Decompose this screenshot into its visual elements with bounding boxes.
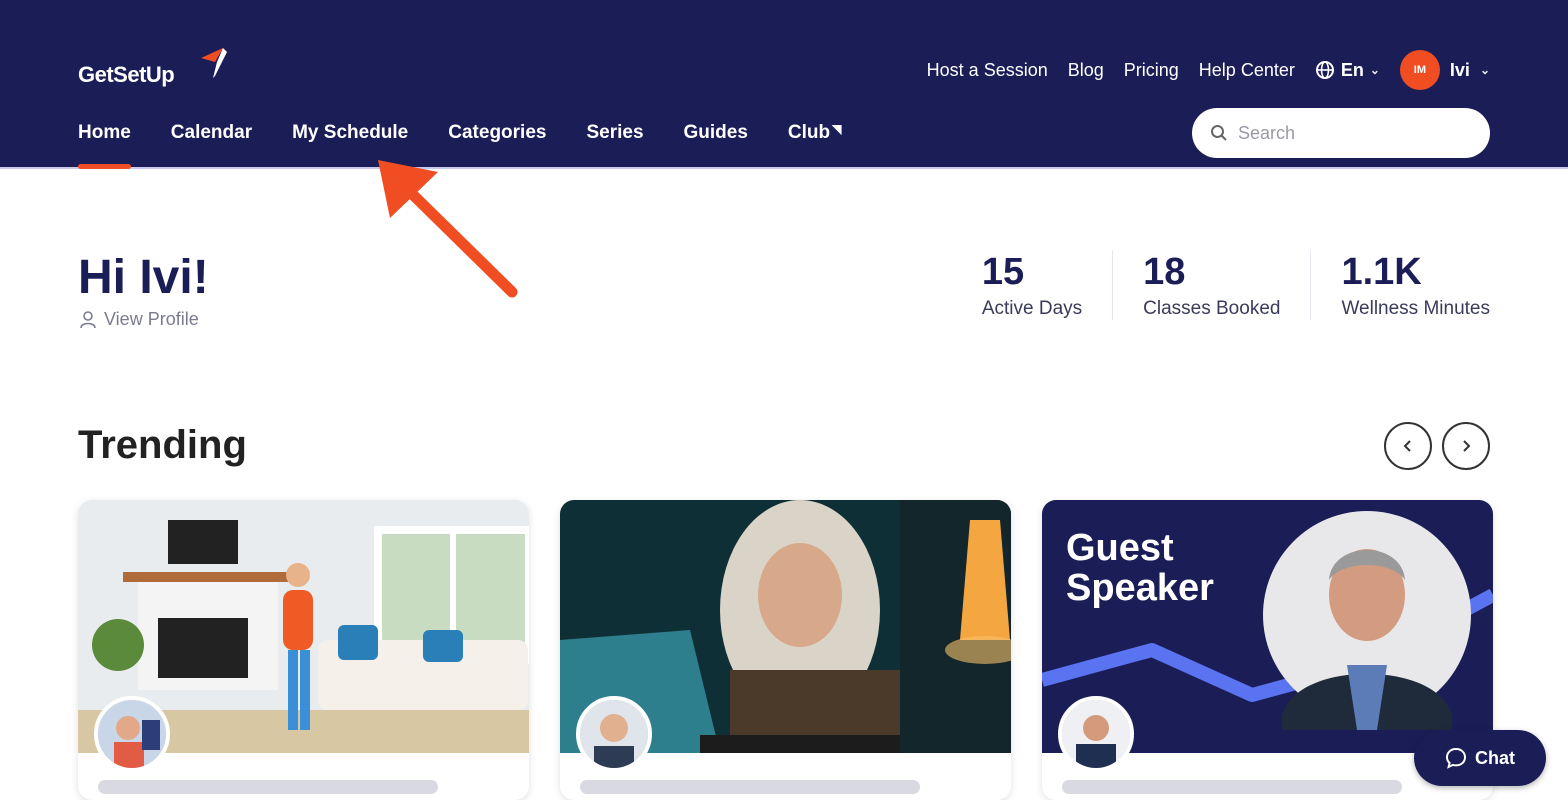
- blog-link[interactable]: Blog: [1068, 60, 1104, 81]
- chat-bubble-icon: [1445, 747, 1467, 769]
- help-center-link[interactable]: Help Center: [1199, 60, 1295, 81]
- host-session-link[interactable]: Host a Session: [927, 60, 1048, 81]
- utility-links: Host a Session Blog Pricing Help Center …: [927, 50, 1490, 90]
- tab-club[interactable]: Club ◥: [788, 122, 841, 166]
- stat-value: 1.1K: [1341, 251, 1422, 293]
- instructor-avatar: [94, 696, 170, 772]
- carousel-next-button[interactable]: [1442, 422, 1490, 470]
- stat-active-days: 15 Active Days: [952, 250, 1112, 320]
- tab-my-schedule[interactable]: My Schedule: [292, 122, 408, 166]
- guest-speaker-label: Guest Speaker: [1066, 527, 1214, 609]
- chevron-down-icon: ⌄: [1479, 63, 1490, 77]
- stat-wellness-minutes: 1.1K Wellness Minutes: [1310, 250, 1490, 320]
- tab-categories[interactable]: Categories: [448, 122, 546, 166]
- card-title-placeholder: [1062, 780, 1402, 794]
- instructor-avatar: [576, 696, 652, 772]
- chevron-down-icon: ⌄: [1369, 63, 1380, 77]
- search-box[interactable]: [1192, 108, 1490, 158]
- top-navigation-bar: GetSetUp Host a Session Blog Pricing Hel…: [0, 10, 1568, 169]
- trending-title: Trending: [78, 423, 247, 467]
- annotation-arrow-icon: [378, 160, 518, 298]
- class-card[interactable]: [78, 500, 529, 800]
- language-selector[interactable]: En ⌄: [1315, 60, 1380, 81]
- pricing-link[interactable]: Pricing: [1124, 60, 1179, 81]
- external-link-icon: ◥: [832, 122, 842, 136]
- user-avatar: IM: [1399, 50, 1440, 90]
- greeting-title: Hi Ivi!: [78, 251, 209, 304]
- main-nav: Home Calendar My Schedule Categories Ser…: [78, 122, 841, 169]
- search-input[interactable]: [1236, 121, 1480, 145]
- carousel-controls: [1384, 422, 1490, 470]
- stat-label: Active Days: [981, 298, 1083, 319]
- tab-club-label: Club: [787, 122, 831, 143]
- chat-button[interactable]: Chat: [1414, 730, 1546, 786]
- stat-classes-booked: 18 Classes Booked: [1112, 250, 1310, 320]
- tab-series[interactable]: Series: [586, 122, 643, 166]
- view-profile-label: View Profile: [104, 309, 199, 329]
- user-menu[interactable]: IM Ivi ⌄: [1399, 50, 1490, 90]
- search-icon: [1211, 125, 1227, 141]
- trending-cards: Guest Speaker: [78, 500, 1493, 800]
- chevron-right-icon: [1463, 440, 1471, 452]
- instructor-avatar: [1058, 696, 1134, 772]
- tab-calendar[interactable]: Calendar: [171, 122, 252, 166]
- user-stats: 15 Active Days 18 Classes Booked 1.1K We…: [952, 250, 1490, 320]
- tab-guides[interactable]: Guides: [684, 122, 748, 166]
- user-name: Ivi: [1449, 59, 1470, 80]
- logo-mark-icon: [201, 48, 227, 78]
- card-title-placeholder: [580, 780, 920, 794]
- chevron-left-icon: [1403, 440, 1411, 452]
- language-label: En: [1340, 59, 1364, 80]
- chat-label: Chat: [1475, 747, 1515, 768]
- class-card[interactable]: [560, 500, 1011, 800]
- stat-value: 15: [981, 251, 1025, 293]
- tab-home[interactable]: Home: [78, 122, 131, 169]
- stat-label: Classes Booked: [1143, 298, 1281, 319]
- stat-label: Wellness Minutes: [1341, 298, 1490, 319]
- person-icon: [80, 310, 96, 328]
- stat-value: 18: [1143, 251, 1186, 293]
- card-title-placeholder: [98, 780, 438, 794]
- brand-logo[interactable]: GetSetUp: [78, 62, 175, 88]
- view-profile-link[interactable]: View Profile: [80, 309, 199, 330]
- globe-icon: [1315, 61, 1334, 79]
- carousel-prev-button[interactable]: [1384, 422, 1432, 470]
